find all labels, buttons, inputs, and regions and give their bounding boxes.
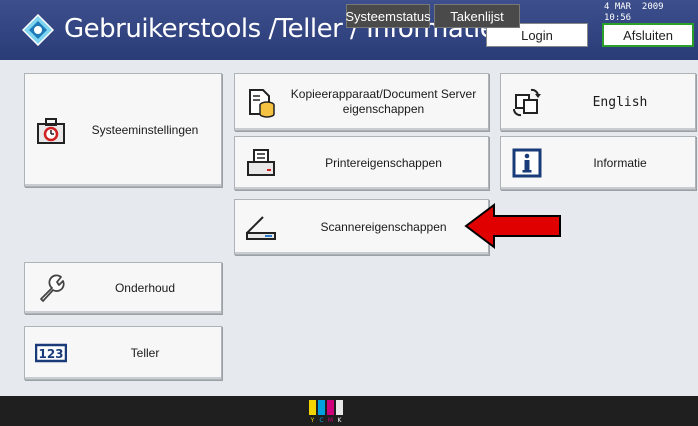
system-status-button[interactable]: Systeemstatus — [345, 4, 431, 28]
scanner-icon — [246, 216, 276, 240]
scanner-properties-button[interactable]: Scannereigenschappen — [234, 199, 489, 255]
copier-label-line1: Kopieerapparaat/Document Server — [290, 87, 477, 101]
copier-icon — [249, 89, 275, 118]
system-settings-button[interactable]: Systeeminstellingen — [24, 73, 222, 187]
user-tools-icon — [22, 14, 54, 46]
status-bar — [0, 396, 698, 426]
job-list-button[interactable]: Takenlijst — [434, 4, 520, 28]
printer-icon — [247, 149, 275, 176]
wrench-icon — [40, 274, 65, 302]
date-text: 4 MAR 2009 — [604, 2, 664, 12]
toolbox-icon — [37, 118, 65, 144]
maintenance-button[interactable]: Onderhoud — [24, 262, 222, 314]
exit-button[interactable]: Afsluiten — [602, 23, 694, 47]
ink-label-k: K — [338, 417, 343, 423]
ink-label-y: Y — [310, 417, 315, 423]
time-text: 10:56 — [604, 13, 632, 23]
info-icon — [512, 148, 542, 178]
english-button[interactable]: English — [500, 73, 696, 131]
main-panel: Systeeminstellingen Kopieerapparaat/Docu… — [0, 60, 698, 396]
date-time: 4 MAR 2009 10:56 — [604, 2, 664, 24]
copier-document-server-button[interactable]: Kopieerapparaat/Document Server eigensch… — [234, 73, 489, 131]
information-button[interactable]: Informatie — [500, 136, 696, 190]
ink-label-m: M — [328, 417, 333, 423]
ink-label-c: C — [319, 417, 323, 423]
printer-properties-button[interactable]: Printereigenschappen — [234, 136, 489, 190]
language-switch-icon — [512, 88, 541, 117]
red-arrow-annotation — [464, 203, 561, 249]
copier-label-line2: eigenschappen — [342, 102, 425, 116]
toner-levels-icon: Y C M K — [309, 400, 343, 423]
counter-button[interactable]: 123 Teller — [24, 326, 222, 380]
counter-123-icon: 123 — [35, 343, 67, 363]
svg-text:123: 123 — [38, 347, 63, 361]
